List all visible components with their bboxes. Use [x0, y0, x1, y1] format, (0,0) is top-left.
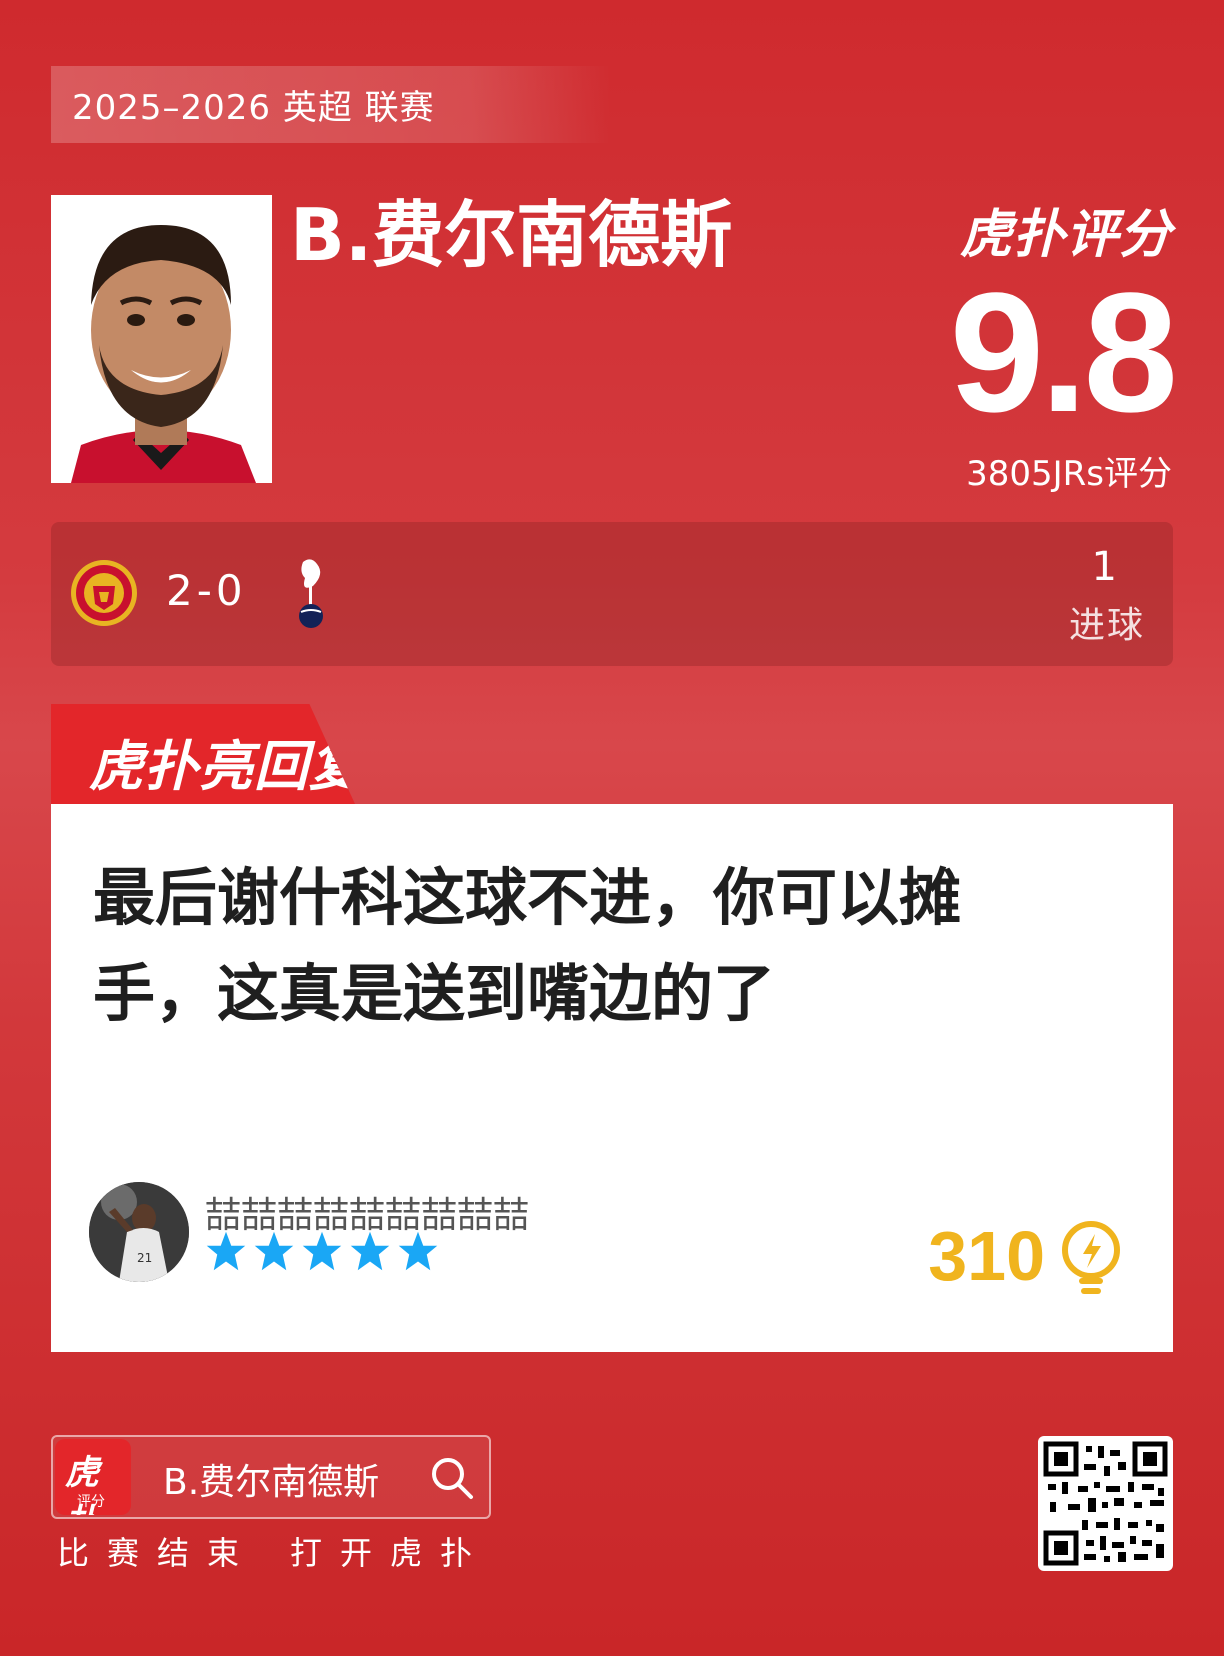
star-icon	[350, 1231, 390, 1271]
rating-score: 9.8	[949, 258, 1178, 448]
goals-label: 进球	[1068, 605, 1145, 646]
goals-value: 1	[1091, 544, 1117, 590]
user-rating-stars	[205, 1230, 439, 1272]
comment-text: 最后谢什科这球不进，你可以摊手，这真是送到嘴边的了	[93, 861, 962, 1030]
match-summary-bar[interactable]: 2-0 1 进球	[51, 522, 1173, 666]
hupu-app-icon[interactable]: 虎扑 评分	[55, 1439, 131, 1515]
hupu-rating-logo: 虎扑评分	[960, 192, 1172, 267]
highlight-reply-label: 虎扑亮回复	[89, 735, 364, 798]
player-name: B.费尔南德斯	[290, 193, 733, 277]
star-icon	[254, 1231, 294, 1271]
likes-count: 310	[928, 1217, 1045, 1295]
app-icon-subtext: 评分	[77, 1494, 105, 1510]
match-score: 2-0	[166, 566, 247, 615]
star-icon	[302, 1231, 342, 1271]
qr-code	[1038, 1436, 1173, 1571]
brand-title-text: 虎扑评分	[959, 205, 1172, 265]
search-icon[interactable]	[429, 1455, 475, 1501]
season-league-bar: 2025–2026 英超 联赛	[51, 66, 611, 143]
comment-card[interactable]: 最后谢什科这球不进，你可以摊手，这真是送到嘴边的了 21 喆喆喆喆喆喆喆喆喆 3…	[51, 804, 1173, 1352]
open-hupu-link[interactable]: 打开虎扑	[290, 1528, 490, 1574]
search-bar[interactable]: 虎扑 评分 B.费尔南德斯	[51, 1435, 491, 1519]
lightbulb-icon[interactable]	[1059, 1220, 1123, 1296]
player-photo	[51, 195, 272, 483]
user-avatar[interactable]: 21	[89, 1182, 189, 1282]
search-query: B.费尔南德斯	[163, 1462, 380, 1503]
highlight-reply-tab: 虎扑亮回复	[51, 704, 355, 804]
match-ended-label: 比赛结束	[57, 1534, 258, 1572]
svg-text:21: 21	[137, 1251, 152, 1265]
rating-count: 3805JRs评分	[966, 454, 1172, 494]
star-icon	[206, 1231, 246, 1271]
season-league-label: 2025–2026 英超 联赛	[72, 88, 435, 128]
manchester-united-crest-icon	[71, 560, 137, 626]
star-icon	[398, 1231, 438, 1271]
tottenham-cockerel-icon	[299, 559, 323, 628]
